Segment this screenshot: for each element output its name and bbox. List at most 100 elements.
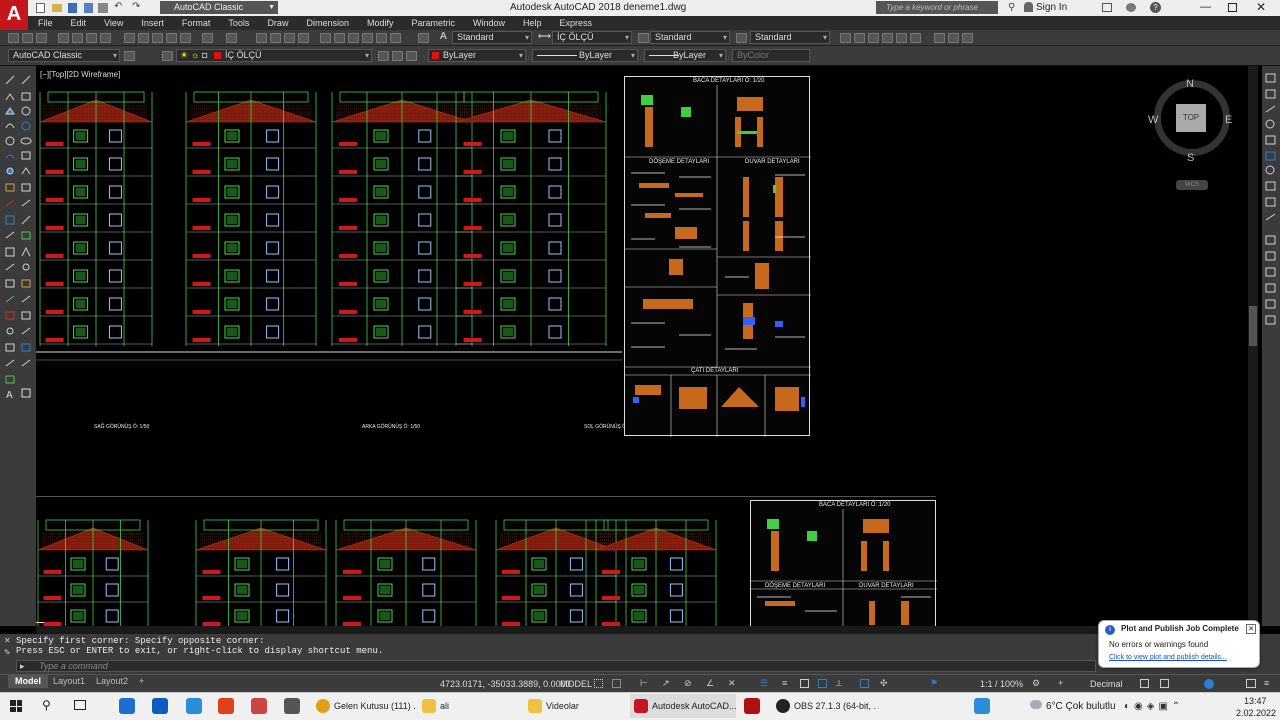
text-style-icon[interactable]: A xyxy=(440,31,447,42)
menu-tools[interactable]: Tools xyxy=(228,18,249,28)
compass-west[interactable]: W xyxy=(1148,114,1158,126)
command-window-settings-icon[interactable]: ✎ xyxy=(4,648,11,657)
help-icon[interactable] xyxy=(418,33,429,43)
quick-access-save-icon[interactable] xyxy=(68,3,77,13)
menu-window[interactable]: Window xyxy=(473,18,505,28)
add-leader-icon[interactable] xyxy=(868,33,879,43)
system-tray-icons[interactable]: ◐◉◈▣⌃ xyxy=(1124,701,1184,712)
compass-north[interactable]: N xyxy=(1186,78,1194,90)
notification-close-icon[interactable]: ✕ xyxy=(1246,624,1256,634)
new-icon[interactable] xyxy=(8,33,19,43)
compass-east[interactable]: E xyxy=(1225,114,1232,126)
menu-file[interactable]: File xyxy=(38,18,53,28)
dim-style-dropdown[interactable]: İÇ ÖLÇÜ ▾ xyxy=(552,31,632,44)
properties-icon[interactable] xyxy=(320,33,331,43)
transparency-icon[interactable]: ≡ xyxy=(782,678,787,688)
menu-express[interactable]: Express xyxy=(560,18,593,28)
vertical-scrollbar[interactable] xyxy=(1248,66,1258,626)
3d-osnap-icon[interactable] xyxy=(818,679,827,688)
annotate-2-icon[interactable] xyxy=(948,33,959,43)
command-input[interactable]: ▸ Type a command xyxy=(16,660,1096,672)
clean-screen-icon[interactable] xyxy=(1246,679,1256,688)
help-icon[interactable]: ? xyxy=(1150,2,1161,13)
weather-icon[interactable] xyxy=(1030,700,1042,709)
menu-edit[interactable]: Edit xyxy=(71,18,87,28)
matchprop-icon[interactable] xyxy=(166,33,177,43)
layer-properties-icon[interactable] xyxy=(162,51,173,61)
snap-icon[interactable] xyxy=(612,679,621,688)
exchange-apps-icon[interactable] xyxy=(1102,3,1112,12)
menu-insert[interactable]: Insert xyxy=(141,18,164,28)
dim-style-icon[interactable]: ⟷ xyxy=(538,31,551,42)
binoculars-icon[interactable]: ⚲ xyxy=(1008,2,1015,13)
osnap-icon[interactable]: ✕ xyxy=(728,678,736,689)
workspace-dropdown[interactable]: AutoCAD Classic ▾ xyxy=(8,49,120,62)
compass-south[interactable]: S xyxy=(1187,152,1194,164)
grid-icon[interactable] xyxy=(594,679,603,688)
mleader-style-icon[interactable] xyxy=(736,33,747,43)
units-dropdown[interactable]: Decimal xyxy=(1090,679,1123,689)
scrollbar-thumb[interactable] xyxy=(1249,306,1257,346)
customization-menu-icon[interactable]: ≡ xyxy=(1264,678,1269,688)
annotate-3-icon[interactable] xyxy=(962,33,973,43)
annotate-icon[interactable] xyxy=(934,33,945,43)
office-icon[interactable] xyxy=(218,698,234,714)
annotation-scale-dropdown[interactable]: 1:1 / 100% xyxy=(980,679,1023,689)
lineweight-dropdown[interactable]: ByLayer ▾ xyxy=(644,49,726,62)
multileader-icon[interactable] xyxy=(840,33,851,43)
taskbar-clock-time[interactable]: 13:47 xyxy=(1244,696,1267,706)
quick-access-open-icon[interactable] xyxy=(52,4,62,12)
blockeditor-icon[interactable] xyxy=(180,33,191,43)
app-grid-icon[interactable] xyxy=(251,698,267,714)
leader-style-icon[interactable] xyxy=(910,33,921,43)
draw-modify-icons[interactable]: A xyxy=(0,66,36,626)
tab-layout1[interactable]: Layout1 xyxy=(46,675,92,688)
command-window-close-icon[interactable]: ✕ xyxy=(4,636,11,645)
autocad-logo[interactable]: A xyxy=(0,0,28,30)
right-toolbar-icons[interactable] xyxy=(1262,66,1280,626)
quick-access-plot-icon[interactable] xyxy=(98,3,108,13)
designcenter-icon[interactable] xyxy=(334,33,345,43)
menu-draw[interactable]: Draw xyxy=(267,18,288,28)
taskbar-item-autocad[interactable]: Autodesk AutoCAD... xyxy=(630,694,736,718)
align-leader-icon[interactable] xyxy=(882,33,893,43)
sheetset-icon[interactable] xyxy=(362,33,373,43)
remove-leader-icon[interactable] xyxy=(854,33,865,43)
taskbar-item-videos[interactable]: Videolar xyxy=(524,694,624,718)
annotation-monitor-icon[interactable]: + xyxy=(1058,678,1063,688)
zoom-window-icon[interactable] xyxy=(284,33,295,43)
toolpalettes-icon[interactable] xyxy=(348,33,359,43)
undo-icon[interactable] xyxy=(202,33,213,43)
store-icon[interactable] xyxy=(119,698,135,714)
redo-icon[interactable] xyxy=(226,33,237,43)
minimize-button[interactable]: — xyxy=(1200,1,1211,13)
save-icon[interactable] xyxy=(58,33,69,43)
horizontal-scrollbar[interactable] xyxy=(36,626,1248,634)
tab-model[interactable]: Model xyxy=(8,675,48,688)
zoom-realtime-icon[interactable] xyxy=(270,33,281,43)
add-layout-icon[interactable]: + xyxy=(132,675,151,688)
start-icon[interactable] xyxy=(10,700,22,712)
selection-filter-icon[interactable] xyxy=(860,679,869,688)
taskbar-clock-date[interactable]: 2.02.2022 xyxy=(1236,708,1276,718)
wcs-menu[interactable]: WCS xyxy=(1176,180,1208,190)
menu-help[interactable]: Help xyxy=(523,18,542,28)
close-button[interactable]: ✕ xyxy=(1256,0,1266,14)
workspace-settings-icon[interactable] xyxy=(124,51,135,61)
text-style-dropdown[interactable]: Standard ▾ xyxy=(452,31,532,44)
redo-icon[interactable]: ↷ xyxy=(132,1,140,12)
isolate-objects-icon[interactable] xyxy=(1204,679,1214,689)
osnap-tracking-icon[interactable]: ∠ xyxy=(706,678,714,689)
cut-icon[interactable] xyxy=(124,33,135,43)
notification-details-link[interactable]: Click to view plot and publish details..… xyxy=(1109,654,1227,661)
table-style-icon[interactable] xyxy=(638,33,649,43)
copy-icon[interactable] xyxy=(138,33,149,43)
dynamic-ucs-icon[interactable]: ⟂ xyxy=(836,678,842,689)
menu-dimension[interactable]: Dimension xyxy=(306,18,349,28)
autocad-lt2-icon[interactable] xyxy=(974,698,990,714)
polar-icon[interactable]: ↗ xyxy=(662,678,670,689)
mleader-style-dropdown[interactable]: Standard ▾ xyxy=(750,31,830,44)
gizmo-icon[interactable]: ✣ xyxy=(880,678,888,689)
weather-text[interactable]: 6°C Çok bulutlu xyxy=(1046,701,1116,712)
viewport-controls[interactable]: [−][Top][2D Wireframe] xyxy=(40,70,120,79)
